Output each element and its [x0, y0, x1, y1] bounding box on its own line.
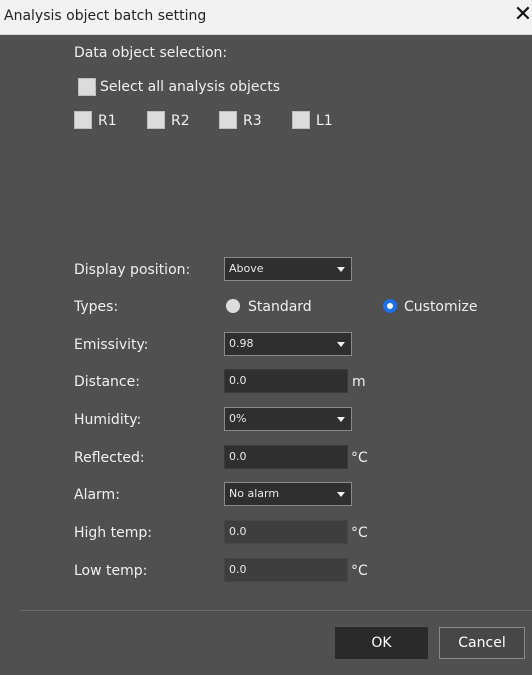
cancel-button[interactable]: Cancel — [439, 627, 525, 659]
checkbox-r1-label[interactable]: R1 — [98, 113, 117, 129]
reflected-label: Reflected: — [74, 450, 145, 466]
display-position-label: Display position: — [74, 262, 191, 278]
reflected-unit: °C — [351, 450, 368, 466]
humidity-value: 0% — [229, 412, 247, 425]
data-object-selection-heading: Data object selection: — [74, 45, 228, 61]
distance-input[interactable]: 0.0 — [224, 369, 348, 393]
low-temp-label: Low temp: — [74, 563, 148, 579]
distance-unit: m — [352, 374, 366, 390]
display-position-value: Above — [229, 262, 264, 275]
low-temp-unit: °C — [351, 563, 368, 579]
ok-button[interactable]: OK — [335, 627, 428, 659]
batch-setting-dialog: Analysis object batch setting ✕ Data obj… — [0, 0, 532, 675]
checkbox-r3-label[interactable]: R3 — [243, 113, 262, 129]
chevron-down-icon — [337, 417, 345, 422]
chevron-down-icon — [337, 492, 345, 497]
alarm-value: No alarm — [229, 487, 280, 500]
alarm-select[interactable]: No alarm — [224, 482, 352, 506]
checkbox-r2-label[interactable]: R2 — [171, 113, 190, 129]
checkbox-l1[interactable] — [292, 111, 310, 129]
alarm-label: Alarm: — [74, 487, 120, 503]
dialog-title: Analysis object batch setting — [4, 8, 207, 24]
high-temp-unit: °C — [351, 525, 368, 541]
distance-label: Distance: — [74, 374, 140, 390]
close-icon[interactable]: ✕ — [512, 3, 532, 27]
high-temp-input[interactable]: 0.0 — [224, 520, 348, 544]
checkbox-r3[interactable] — [219, 111, 237, 129]
emissivity-select[interactable]: 0.98 — [224, 332, 352, 356]
checkbox-l1-label[interactable]: L1 — [316, 113, 333, 129]
footer-divider — [20, 610, 532, 611]
checkbox-r2[interactable] — [147, 111, 165, 129]
checkbox-r1[interactable] — [74, 111, 92, 129]
emissivity-value: 0.98 — [229, 337, 254, 350]
chevron-down-icon — [337, 267, 345, 272]
high-temp-label: High temp: — [74, 525, 152, 541]
chevron-down-icon — [337, 342, 345, 347]
radio-customize[interactable] — [383, 299, 397, 313]
display-position-select[interactable]: Above — [224, 257, 352, 281]
humidity-select[interactable]: 0% — [224, 407, 352, 431]
dialog-titlebar: Analysis object batch setting ✕ — [0, 0, 532, 35]
humidity-label: Humidity: — [74, 412, 142, 428]
emissivity-label: Emissivity: — [74, 337, 149, 353]
radio-customize-label[interactable]: Customize — [404, 299, 478, 315]
radio-standard[interactable] — [226, 299, 240, 313]
reflected-input[interactable]: 0.0 — [224, 445, 348, 469]
select-all-checkbox[interactable] — [78, 78, 96, 96]
select-all-label[interactable]: Select all analysis objects — [100, 79, 280, 95]
types-label: Types: — [74, 299, 119, 315]
low-temp-input[interactable]: 0.0 — [224, 558, 348, 582]
radio-standard-label[interactable]: Standard — [248, 299, 312, 315]
